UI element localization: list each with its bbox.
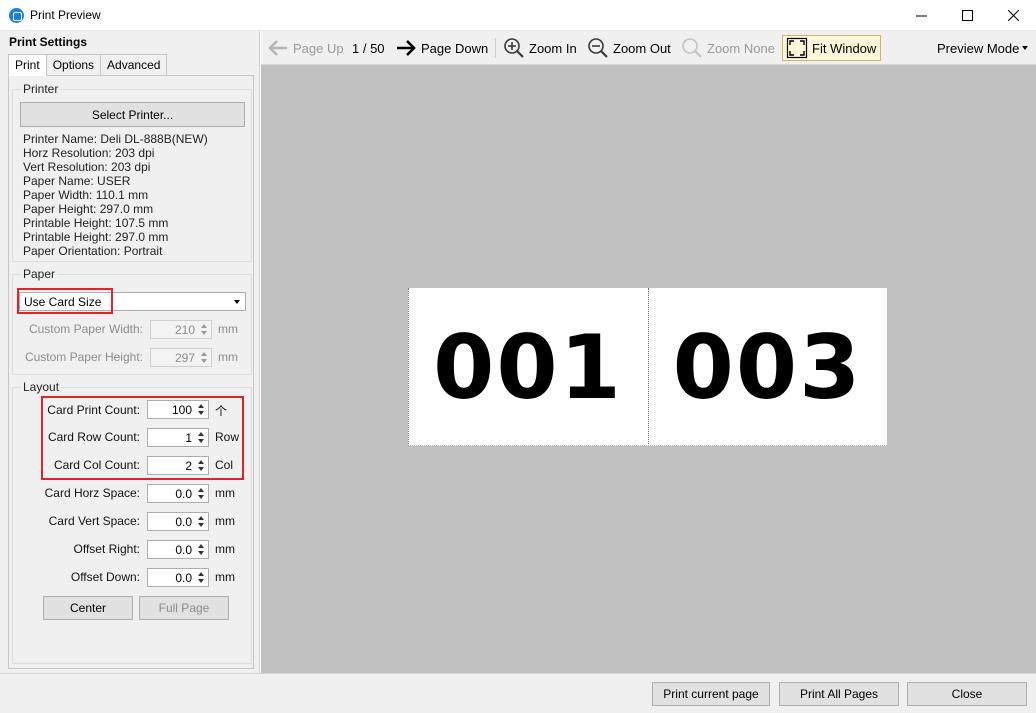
preview-area: 001 003 [261, 65, 1036, 673]
custom-paper-width-unit: mm [218, 322, 238, 336]
card-col-count-unit: Col [215, 458, 234, 472]
custom-paper-height-unit: mm [218, 350, 238, 364]
card-vert-space-label: Card Vert Space: [48, 514, 140, 528]
full-page-button[interactable]: Full Page [139, 596, 229, 620]
card-row-count-label: Card Row Count: [47, 430, 140, 444]
arrow-left-icon [268, 40, 287, 56]
zoom-in-icon [504, 38, 524, 58]
print-all-pages-button[interactable]: Print All Pages [779, 682, 899, 706]
maximize-icon [961, 10, 973, 21]
printer-group-title: Printer [21, 82, 61, 96]
paper-orientation-text: Paper Orientation: Portrait [23, 244, 163, 258]
preview-toolbar: Page Up 1 / 50 Page Down Zoom In Zoom Ou… [261, 31, 1036, 65]
tab-options[interactable]: Options [45, 54, 102, 75]
card-preview-2: 003 [672, 315, 863, 419]
paper-group-title: Paper [21, 267, 58, 281]
card-vert-space-input[interactable]: 0.0 [147, 512, 209, 531]
card-horz-space-label: Card Horz Space: [44, 486, 140, 500]
custom-paper-width-label: Custom Paper Width: [28, 322, 143, 336]
zoom-reset-icon [682, 38, 702, 58]
card-row-count-input[interactable]: 1 [147, 428, 209, 447]
window-title: Print Preview [30, 8, 101, 22]
card-row-count-unit: Row [215, 430, 240, 444]
card-print-count-unit: 个 [215, 404, 228, 418]
card-horz-space-input[interactable]: 0.0 [147, 484, 209, 503]
center-button[interactable]: Center [43, 596, 133, 620]
print-settings-header: Print Settings [9, 35, 88, 49]
custom-paper-width-input[interactable]: 210 [150, 320, 212, 339]
custom-paper-height-label: Custom Paper Height: [24, 350, 143, 364]
card-horz-space-unit: mm [215, 486, 235, 500]
card-col-count-label: Card Col Count: [53, 458, 140, 472]
chevron-down-icon [234, 300, 240, 304]
maximize-button[interactable] [944, 0, 990, 31]
offset-right-unit: mm [215, 542, 235, 556]
minimize-button[interactable] [898, 0, 944, 31]
close-button[interactable]: Close [907, 682, 1027, 706]
spinner-arrows-icon [196, 570, 206, 585]
offset-down-unit: mm [215, 570, 235, 584]
spinner-arrows-icon [199, 322, 209, 337]
spinner-arrows-icon [196, 458, 206, 473]
close-window-button[interactable] [990, 0, 1036, 31]
paper-name-text: Paper Name: USER [23, 174, 131, 188]
settings-tabs: Print Options Advanced [8, 54, 168, 76]
paper-height-text: Paper Height: 297.0 mm [23, 202, 154, 216]
spinner-arrows-icon [196, 486, 206, 501]
offset-down-input[interactable]: 0.0 [147, 568, 209, 587]
minimize-icon [915, 15, 927, 17]
page-down-button[interactable]: Page Down [395, 31, 488, 65]
spinner-arrows-icon [196, 430, 206, 445]
zoom-out-button[interactable]: Zoom Out [587, 31, 671, 65]
close-icon [1007, 10, 1019, 21]
offset-down-label: Offset Down: [70, 570, 140, 584]
print-tab-body: Printer Select Printer... Printer Name: … [8, 75, 254, 669]
fit-window-button[interactable]: Fit Window [782, 35, 881, 61]
spinner-arrows-icon [199, 350, 209, 365]
printer-name-text: Printer Name: Deli DL-888B(NEW) [23, 132, 208, 146]
paper-group: Paper Use Card Size Custom Paper Width: … [12, 267, 252, 375]
paper-size-highlight [17, 288, 113, 314]
title-bar: Print Preview [0, 0, 1036, 31]
layout-group: Layout Card Print Count: 100 个 Card Row … [12, 380, 252, 664]
card-preview-1: 001 [433, 315, 623, 419]
zoom-out-icon [588, 38, 608, 58]
spinner-arrows-icon [196, 402, 206, 417]
select-printer-button[interactable]: Select Printer... [20, 102, 245, 127]
custom-paper-height-input[interactable]: 297 [150, 348, 212, 367]
preview-mode-dropdown[interactable]: Preview Mode [937, 31, 1029, 65]
printer-group: Printer Select Printer... Printer Name: … [12, 82, 252, 262]
spinner-arrows-icon [196, 514, 206, 529]
chevron-down-icon [1022, 46, 1029, 50]
card-print-count-label: Card Print Count: [47, 403, 140, 417]
offset-right-input[interactable]: 0.0 [147, 540, 209, 559]
card-col-count-input[interactable]: 2 [147, 456, 209, 475]
print-current-page-button[interactable]: Print current page [652, 682, 770, 706]
page-up-button[interactable]: Page Up [267, 31, 344, 65]
card-print-count-input[interactable]: 100 [147, 400, 209, 419]
spinner-arrows-icon [196, 542, 206, 557]
tab-advanced[interactable]: Advanced [100, 54, 168, 75]
toolbar-separator [495, 38, 496, 58]
print-settings-panel: Print Settings Print Options Advanced Pr… [0, 31, 260, 673]
zoom-in-button[interactable]: Zoom In [503, 31, 577, 65]
app-icon [9, 8, 24, 23]
zoom-none-button[interactable]: Zoom None [681, 31, 775, 65]
horz-resolution-text: Horz Resolution: 203 dpi [23, 146, 155, 160]
offset-right-label: Offset Right: [73, 542, 140, 556]
card-vert-space-unit: mm [215, 514, 235, 528]
layout-group-title: Layout [21, 380, 62, 394]
fit-window-icon [786, 37, 808, 59]
vert-resolution-text: Vert Resolution: 203 dpi [23, 160, 151, 174]
page-indicator: 1 / 50 [352, 40, 385, 56]
printable-height-text-2: Printable Height: 297.0 mm [23, 230, 169, 244]
tab-print[interactable]: Print [8, 54, 47, 76]
bottom-bar: Print current page Print All Pages Close [0, 673, 1036, 713]
paper-width-text: Paper Width: 110.1 mm [23, 188, 149, 202]
preview-page: 001 003 [408, 288, 887, 446]
printable-height-text: Printable Height: 107.5 mm [23, 216, 169, 230]
arrow-right-icon [397, 40, 416, 56]
